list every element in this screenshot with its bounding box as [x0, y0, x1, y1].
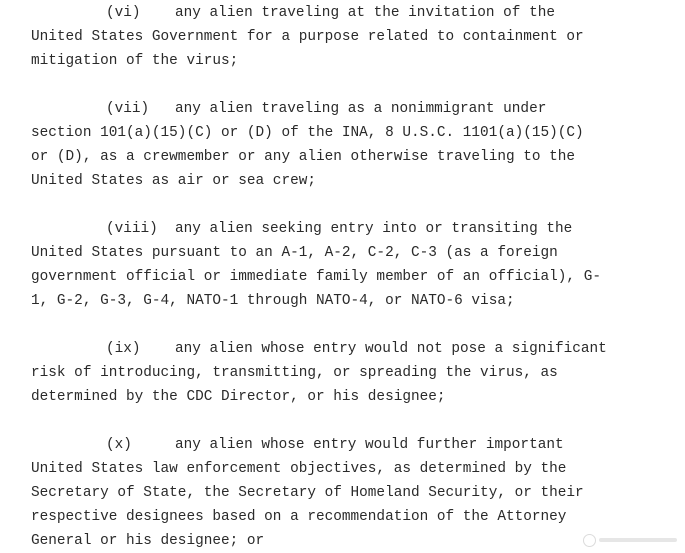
watermark-logo-icon — [583, 534, 596, 547]
clause-line: United States pursuant to an A-1, A-2, C… — [31, 245, 558, 261]
clause-number: (vii) — [106, 101, 150, 117]
clause-line: United States law enforcement objectives… — [31, 461, 567, 477]
clause-number: (x) — [106, 437, 132, 453]
clause-number: (ix) — [106, 341, 141, 357]
clause-first-line: any alien traveling at the invitation of… — [175, 5, 555, 21]
clause-line: United States Government for a purpose r… — [31, 29, 584, 45]
watermark — [583, 533, 679, 547]
watermark-mark — [599, 538, 677, 542]
clause-line: Secretary of State, the Secretary of Hom… — [31, 485, 584, 501]
clause-first-line: any alien traveling as a nonimmigrant un… — [175, 101, 547, 117]
clause-first-line: any alien whose entry would further impo… — [175, 437, 564, 453]
clause-line: 1, G-2, G-3, G-4, NATO-1 through NATO-4,… — [31, 293, 515, 309]
clause-line: or (D), as a crewmember or any alien oth… — [31, 149, 576, 165]
clause-line: respective designees based on a recommen… — [31, 509, 567, 525]
clause-line: determined by the CDC Director, or his d… — [31, 389, 446, 405]
clause-number: (vi) — [106, 5, 141, 21]
clause-first-line: any alien whose entry would not pose a s… — [175, 341, 607, 357]
clause-line: United States as air or sea crew; — [31, 173, 316, 189]
clause-line: General or his designee; or — [31, 533, 265, 549]
clause-line: mitigation of the virus; — [31, 53, 239, 69]
clause-line: government official or immediate family … — [31, 269, 601, 285]
clause-line: section 101(a)(15)(C) or (D) of the INA,… — [31, 125, 584, 141]
clause-first-line: any alien seeking entry into or transiti… — [175, 221, 573, 237]
document-page: (vi) any alien traveling at the invitati… — [0, 0, 685, 549]
clause-number: (viii) — [106, 221, 158, 237]
clause-line: risk of introducing, transmitting, or sp… — [31, 365, 558, 381]
